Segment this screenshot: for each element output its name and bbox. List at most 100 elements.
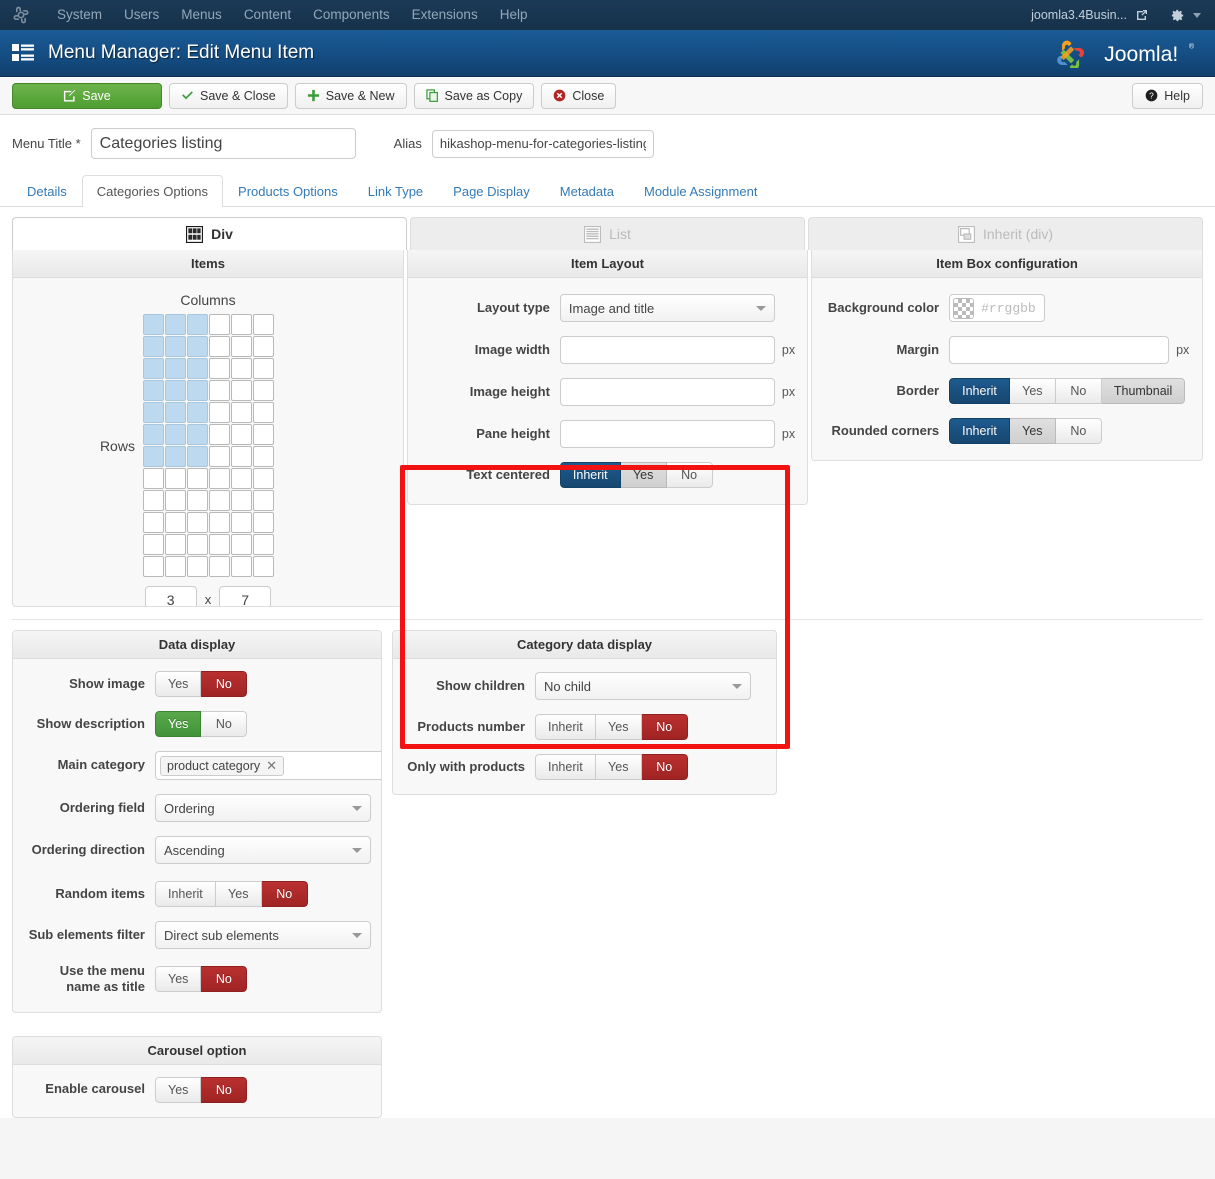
border-group[interactable]: Inherit Yes No Thumbnail [949,378,1186,404]
grid-cell[interactable] [208,380,230,401]
grid-cell[interactable] [142,380,164,401]
grid-cell[interactable] [164,358,186,379]
grid-cell[interactable] [230,512,252,533]
save-new-button[interactable]: Save & New [294,82,407,109]
adminbar-item-components[interactable]: Components [302,0,401,30]
sub-elements-filter-select[interactable]: Direct sub elements [155,921,371,949]
show-image-option-yes[interactable]: Yes [155,671,202,697]
save-button[interactable]: Save [12,82,162,109]
border-option-inherit[interactable]: Inherit [949,378,1010,404]
grid-cell[interactable] [186,468,208,489]
grid-cell[interactable] [208,358,230,379]
grid-cell[interactable] [208,534,230,555]
grid-cell[interactable] [252,468,274,489]
transparent-swatch-icon[interactable] [953,297,975,319]
grid-cell[interactable] [164,468,186,489]
random-items-option-no[interactable]: No [261,881,308,907]
tab-products-options[interactable]: Products Options [223,175,353,207]
grid-cell[interactable] [164,446,186,467]
grid-cell[interactable] [252,490,274,511]
grid-cell[interactable] [208,336,230,357]
chevron-down-icon[interactable] [1193,12,1201,18]
use-menu-name-group[interactable]: Yes No [155,966,248,993]
products-number-group[interactable]: Inherit Yes No [535,714,688,740]
items-grid[interactable] [142,314,274,577]
border-option-no[interactable]: No [1055,378,1102,404]
grid-cell[interactable] [142,446,164,467]
save-as-copy-button[interactable]: Save as Copy [413,82,535,109]
grid-cell[interactable] [164,534,186,555]
main-category-input[interactable]: product category ✕ [155,751,381,780]
only-with-products-group[interactable]: Inherit Yes No [535,754,688,780]
grid-cell[interactable] [164,314,186,335]
ordering-direction-select[interactable]: Ascending [155,836,371,864]
gear-icon[interactable] [1170,8,1201,23]
tab-link-type[interactable]: Link Type [353,175,438,207]
grid-cell[interactable] [164,556,186,577]
enable-carousel-group[interactable]: Yes No [155,1076,248,1103]
grid-cell[interactable] [230,556,252,577]
grid-cell[interactable] [164,380,186,401]
grid-cell[interactable] [142,490,164,511]
grid-cell[interactable] [208,402,230,423]
layout-tab-inherit[interactable]: Inherit (div) [808,217,1203,250]
products-number-option-inherit[interactable]: Inherit [535,714,596,740]
layout-tab-list[interactable]: List [410,217,805,250]
grid-cell[interactable] [230,446,252,467]
grid-cell[interactable] [164,424,186,445]
grid-cell[interactable] [186,512,208,533]
joomla-brand-icon[interactable] [10,5,32,25]
tab-categories-options[interactable]: Categories Options [81,175,224,207]
rounded-corners-group[interactable]: Inherit Yes No [949,418,1102,444]
tab-details[interactable]: Details [12,175,82,207]
ordering-field-select[interactable]: Ordering [155,794,371,822]
grid-cell[interactable] [252,314,274,335]
save-close-button[interactable]: Save & Close [169,82,288,109]
grid-cell[interactable] [186,446,208,467]
grid-cell[interactable] [186,358,208,379]
grid-cell[interactable] [208,314,230,335]
grid-cell[interactable] [230,468,252,489]
grid-cell[interactable] [142,556,164,577]
background-color-field[interactable]: #rrggbb [949,294,1045,322]
adminbar-item-system[interactable]: System [46,0,113,30]
grid-cell[interactable] [230,314,252,335]
grid-cell[interactable] [252,402,274,423]
adminbar-item-menus[interactable]: Menus [170,0,233,30]
only-with-products-option-yes[interactable]: Yes [595,754,642,780]
grid-cell[interactable] [230,336,252,357]
grid-cell[interactable] [142,336,164,357]
text-centered-option-yes[interactable]: Yes [620,462,667,488]
border-option-thumbnail[interactable]: Thumbnail [1101,378,1186,404]
site-name-label[interactable]: joomla3.4Busin... [1031,8,1127,22]
grid-cell[interactable] [252,446,274,467]
grid-cell[interactable] [230,490,252,511]
text-centered-option-no[interactable]: No [666,462,713,488]
rounded-corners-option-inherit[interactable]: Inherit [949,418,1010,444]
margin-input[interactable] [949,336,1170,364]
grid-cell[interactable] [164,336,186,357]
adminbar-item-extensions[interactable]: Extensions [401,0,489,30]
grid-cell[interactable] [142,314,164,335]
grid-cell[interactable] [252,556,274,577]
columns-input[interactable] [144,586,197,606]
grid-cell[interactable] [186,424,208,445]
text-centered-group[interactable]: Inherit Yes No [559,462,713,488]
random-items-option-inherit[interactable]: Inherit [155,881,216,907]
grid-cell[interactable] [164,490,186,511]
layout-tab-div[interactable]: Div [12,217,407,250]
help-button[interactable]: ? Help [1132,82,1203,109]
grid-cell[interactable] [186,556,208,577]
only-with-products-option-inherit[interactable]: Inherit [535,754,596,780]
random-items-group[interactable]: Inherit Yes No [155,881,308,907]
show-children-select[interactable]: No child [535,672,751,700]
grid-cell[interactable] [164,512,186,533]
grid-cell[interactable] [142,424,164,445]
border-option-yes[interactable]: Yes [1009,378,1056,404]
adminbar-item-content[interactable]: Content [233,0,302,30]
rounded-corners-option-no[interactable]: No [1055,418,1102,444]
grid-cell[interactable] [142,468,164,489]
grid-cell[interactable] [208,468,230,489]
grid-cell[interactable] [208,446,230,467]
grid-cell[interactable] [230,358,252,379]
